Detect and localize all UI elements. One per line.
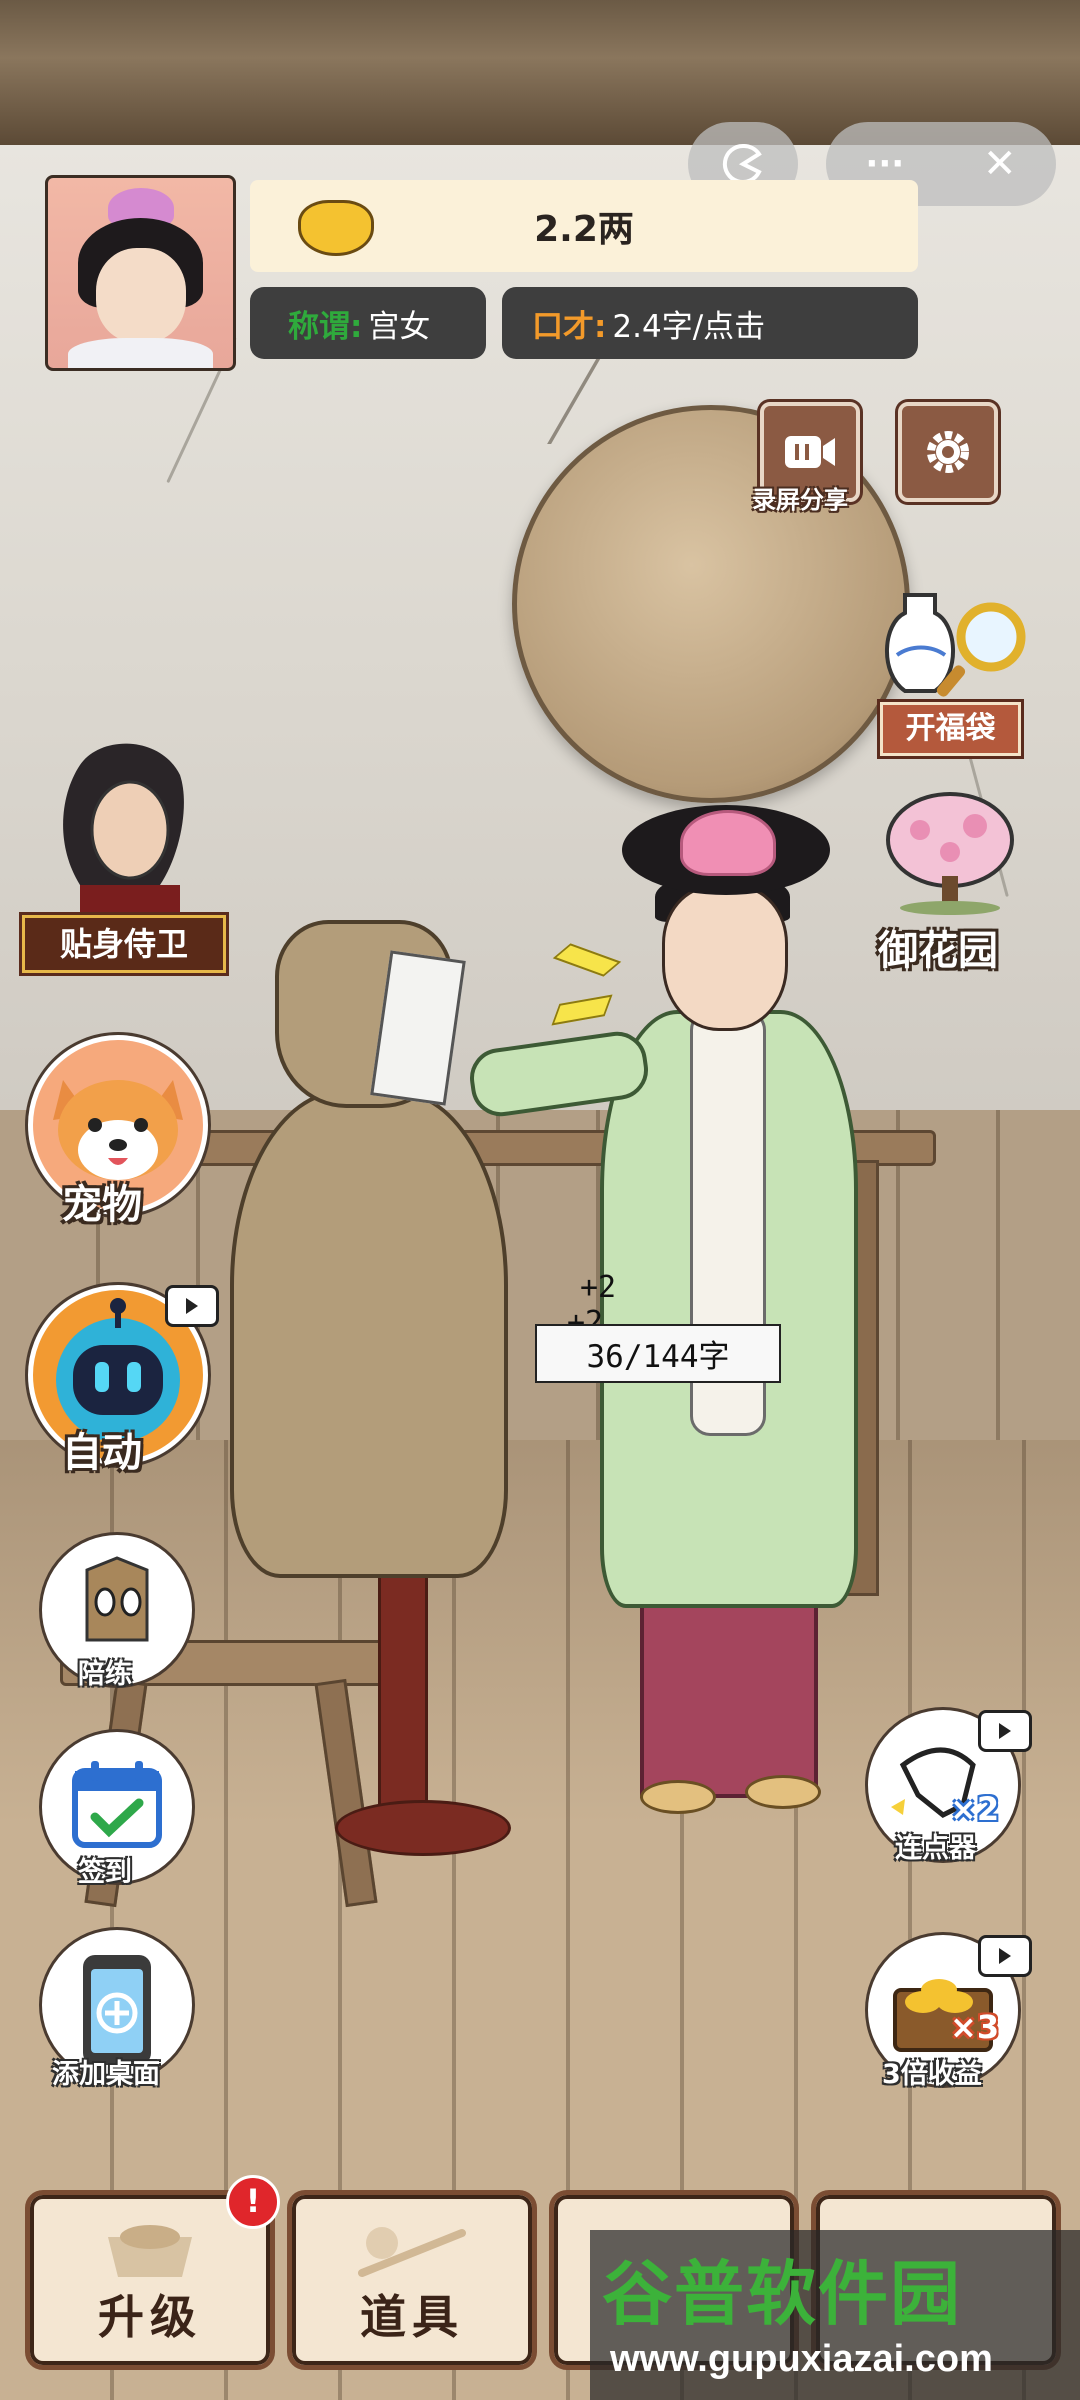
character-pants <box>640 1590 818 1798</box>
money-bar: 2.2两 <box>250 180 918 272</box>
items-button[interactable]: 道具 <box>287 2190 537 2370</box>
close-icon[interactable]: ✕ <box>983 141 1017 187</box>
gear-icon <box>927 431 969 473</box>
auto-clicker-label: 连点器 <box>895 1833 976 1864</box>
eloquence-pill: 口才: 2.4字/点击 <box>502 287 918 359</box>
money-value: 2.2两 <box>534 209 634 250</box>
triple-multiplier-badge: ×3 <box>950 2008 1000 2046</box>
add-desktop-label: 添加桌面 <box>52 2059 160 2090</box>
dummy-base <box>335 1800 511 1856</box>
auto-label: 自动 <box>62 1430 142 1476</box>
cherry-tree-icon <box>886 792 1014 915</box>
bodyguard-label[interactable]: 贴身侍卫 <box>22 915 226 973</box>
hairpin-icon <box>358 2227 466 2277</box>
clicker-multiplier-badge: ×2 <box>950 1790 1000 1828</box>
eloquence-value: 2.4字/点击 <box>612 308 766 345</box>
settings-button[interactable] <box>898 402 998 502</box>
checkin-label: 签到 <box>78 1857 132 1888</box>
float-text: +2 <box>580 1270 617 1305</box>
eloquence-key: 口才: <box>532 308 607 345</box>
speech-progress: 36/144字 <box>535 1324 781 1383</box>
video-ad-icon <box>978 1710 1032 1752</box>
lotus-headpiece <box>680 810 776 876</box>
watermark: 谷普软件园 www.gupuxiazai.com <box>590 2230 1080 2400</box>
guard-portrait-icon <box>63 743 184 925</box>
lucky-bag-label[interactable]: 开福袋 <box>880 702 1021 756</box>
lucky-bag-button[interactable] <box>875 585 1035 705</box>
video-ad-icon <box>165 1285 219 1327</box>
sparring-label: 陪练 <box>78 1659 132 1690</box>
more-icon[interactable]: ··· <box>865 144 904 184</box>
video-ad-icon <box>978 1935 1032 1977</box>
straw-dummy[interactable] <box>230 1090 508 1578</box>
pet-label: 宠物 <box>62 1182 142 1228</box>
character-shoe <box>640 1780 716 1814</box>
rank-value: 宫女 <box>368 308 431 345</box>
notification-badge: ! <box>226 2175 280 2229</box>
triple-income-label: 3倍收益 <box>882 2059 982 2090</box>
character-face <box>662 885 788 1031</box>
player-avatar[interactable] <box>45 175 236 371</box>
rank-key: 称谓: <box>288 308 363 345</box>
record-share-label: 录屏分享 <box>752 486 848 514</box>
bodyguard-button[interactable] <box>30 735 210 925</box>
imperial-garden-button[interactable] <box>880 790 1020 915</box>
video-camera-icon <box>785 436 835 468</box>
rank-pill: 称谓: 宫女 <box>250 287 486 359</box>
ingot-icon <box>108 2225 192 2277</box>
vase-magnifier-icon <box>885 593 1026 697</box>
upgrade-label: 升级 <box>98 2290 202 2344</box>
imperial-garden-label[interactable]: 御花园 <box>878 918 998 976</box>
watermark-url: www.gupuxiazai.com <box>610 2338 993 2380</box>
watermark-title: 谷普软件园 <box>602 2253 962 2335</box>
character-shoe <box>745 1775 821 1809</box>
